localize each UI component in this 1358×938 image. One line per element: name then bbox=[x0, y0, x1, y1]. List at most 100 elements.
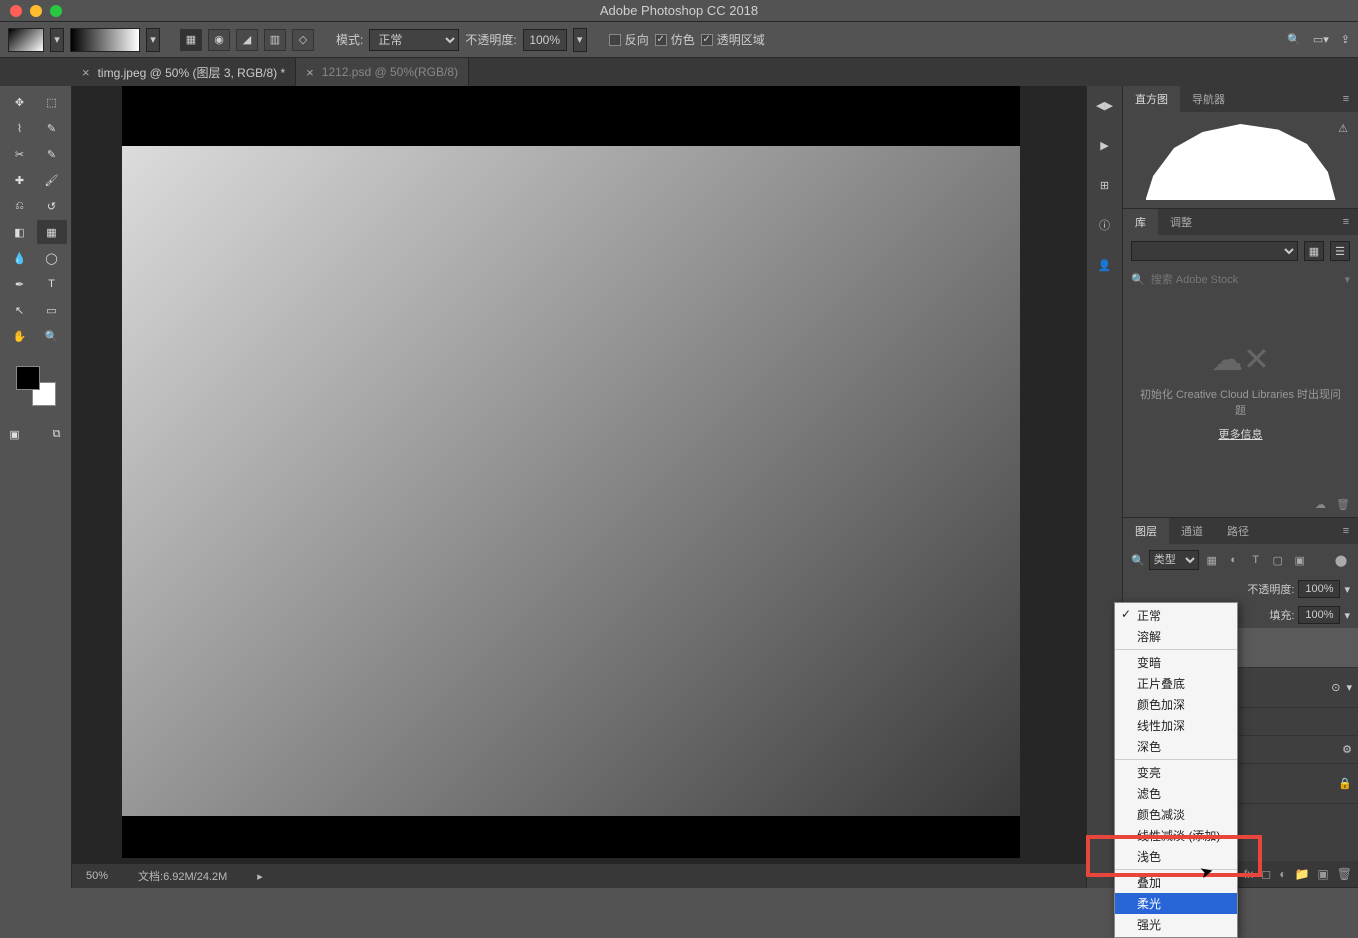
zoom-tool[interactable]: 🔍 bbox=[37, 324, 67, 348]
layer-filter-kind[interactable]: 类型 bbox=[1149, 550, 1199, 570]
filter-toggle[interactable]: ⬤ bbox=[1332, 551, 1350, 569]
tab-navigator[interactable]: 导航器 bbox=[1180, 86, 1237, 112]
canvas-area[interactable]: 50% 文档:6.92M/24.2M ▸ bbox=[72, 86, 1086, 888]
maximize-window[interactable] bbox=[50, 5, 62, 17]
blend-mode-item[interactable]: 滤色 bbox=[1115, 783, 1237, 804]
filter-pixel-icon[interactable]: ▦ bbox=[1203, 551, 1221, 569]
filter-settings-icon[interactable]: ⚙ bbox=[1342, 743, 1352, 756]
close-tab-icon[interactable]: × bbox=[306, 65, 314, 80]
blend-mode-item[interactable]: 叠加 bbox=[1115, 872, 1237, 893]
blend-mode-item[interactable]: 线性加深 bbox=[1115, 715, 1237, 736]
zoom-level[interactable]: 50% bbox=[86, 870, 108, 882]
blend-mode-item[interactable]: 深色 bbox=[1115, 736, 1237, 757]
filter-adjust-icon[interactable]: ◐ bbox=[1225, 551, 1243, 569]
search-icon[interactable]: 🔍 bbox=[1287, 33, 1301, 46]
quickmask-icon[interactable]: ▣ bbox=[0, 422, 30, 446]
dither-checkbox[interactable]: ✓仿色 bbox=[655, 31, 695, 48]
linear-gradient-icon[interactable]: ▦ bbox=[180, 29, 202, 51]
tab-adjustments[interactable]: 调整 bbox=[1158, 209, 1204, 235]
panel-menu-icon[interactable]: ≡ bbox=[1334, 209, 1358, 235]
dodge-tool[interactable]: ◯ bbox=[37, 246, 67, 270]
radial-gradient-icon[interactable]: ◉ bbox=[208, 29, 230, 51]
warning-icon[interactable]: ⚠ bbox=[1338, 122, 1348, 135]
eraser-tool[interactable]: ◧ bbox=[5, 220, 35, 244]
blend-mode-item[interactable]: 溶解 bbox=[1115, 626, 1237, 647]
cloud-sync-icon[interactable]: ☁ bbox=[1315, 498, 1326, 511]
library-select[interactable] bbox=[1131, 241, 1298, 261]
layer-fill-value[interactable]: 100% bbox=[1298, 606, 1340, 624]
opacity-value[interactable]: 100% bbox=[523, 29, 567, 51]
tab-channels[interactable]: 通道 bbox=[1169, 518, 1215, 544]
healing-tool[interactable]: ✚ bbox=[5, 168, 35, 192]
blend-mode-item[interactable]: 变暗 bbox=[1115, 652, 1237, 673]
stamp-tool[interactable]: ⎌ bbox=[5, 194, 35, 218]
close-window[interactable] bbox=[10, 5, 22, 17]
panel-menu-icon[interactable]: ≡ bbox=[1334, 86, 1358, 112]
tab-paths[interactable]: 路径 bbox=[1215, 518, 1261, 544]
close-tab-icon[interactable]: × bbox=[82, 65, 90, 80]
link-icon[interactable]: ⊙ bbox=[1331, 681, 1340, 694]
new-layer-icon[interactable]: ▣ bbox=[1317, 867, 1328, 881]
diamond-gradient-icon[interactable]: ◇ bbox=[292, 29, 314, 51]
properties-panel-icon[interactable]: ⊞ bbox=[1094, 174, 1116, 196]
transparent-checkbox[interactable]: ✓透明区域 bbox=[701, 31, 765, 48]
grid-view-icon[interactable]: ▦ bbox=[1304, 241, 1324, 261]
blend-mode-item[interactable]: 线性减淡 (添加) bbox=[1115, 825, 1237, 846]
filter-type-icon[interactable]: T bbox=[1247, 551, 1265, 569]
blend-mode-item[interactable]: 颜色减淡 bbox=[1115, 804, 1237, 825]
reverse-checkbox[interactable]: 反向 bbox=[609, 31, 649, 48]
adjustment-icon[interactable]: ◐ bbox=[1279, 867, 1286, 881]
more-info-link[interactable]: 更多信息 bbox=[1219, 426, 1263, 442]
group-icon[interactable]: 📁 bbox=[1294, 867, 1309, 881]
tool-preset[interactable] bbox=[8, 28, 44, 52]
blend-mode-item[interactable]: 柔光 bbox=[1115, 893, 1237, 914]
blend-mode-item[interactable]: 浅色 bbox=[1115, 846, 1237, 867]
hand-tool[interactable]: ✋ bbox=[5, 324, 35, 348]
mask-icon[interactable]: ◻ bbox=[1261, 867, 1271, 881]
character-panel-icon[interactable]: 👤 bbox=[1094, 254, 1116, 276]
gradient-tool[interactable]: ▦ bbox=[37, 220, 67, 244]
delete-layer-icon[interactable]: 🗑 bbox=[1337, 867, 1352, 881]
shape-tool[interactable]: ▭ bbox=[37, 298, 67, 322]
filter-smart-icon[interactable]: ▣ bbox=[1291, 551, 1309, 569]
tab-layers[interactable]: 图层 bbox=[1123, 518, 1169, 544]
trash-icon[interactable]: 🗑 bbox=[1336, 498, 1350, 511]
screenmode-icon[interactable]: ⧉ bbox=[42, 422, 72, 446]
gradient-dropdown[interactable]: ▾ bbox=[146, 28, 160, 52]
opacity-dropdown[interactable]: ▾ bbox=[573, 28, 587, 52]
fx-icon[interactable]: fx bbox=[1244, 867, 1253, 881]
blend-mode-select[interactable]: 正常 bbox=[369, 29, 459, 51]
type-tool[interactable]: T bbox=[37, 272, 67, 296]
eyedropper-tool[interactable]: ✎ bbox=[37, 142, 67, 166]
crop-tool[interactable]: ✂ bbox=[5, 142, 35, 166]
path-select-tool[interactable]: ↖ bbox=[5, 298, 35, 322]
tab-histogram[interactable]: 直方图 bbox=[1123, 86, 1180, 112]
tab-libraries[interactable]: 库 bbox=[1123, 209, 1158, 235]
tool-preset-dropdown[interactable]: ▾ bbox=[50, 28, 64, 52]
move-tool[interactable]: ✥ bbox=[5, 90, 35, 114]
brush-tool[interactable]: 🖌 bbox=[37, 168, 67, 192]
document-info[interactable]: 文档:6.92M/24.2M bbox=[138, 868, 227, 884]
quick-select-tool[interactable]: ✎ bbox=[37, 116, 67, 140]
history-panel-icon[interactable]: ▶ bbox=[1094, 134, 1116, 156]
filter-shape-icon[interactable]: ▢ bbox=[1269, 551, 1287, 569]
blend-mode-item[interactable]: 正片叠底 bbox=[1115, 673, 1237, 694]
gradient-preview[interactable] bbox=[70, 28, 140, 52]
layer-opacity-value[interactable]: 100% bbox=[1298, 580, 1340, 598]
blend-mode-item[interactable]: 强光 bbox=[1115, 914, 1237, 935]
color-swatches[interactable] bbox=[16, 366, 56, 406]
share-icon[interactable]: ⇪ bbox=[1341, 33, 1350, 46]
document-canvas[interactable] bbox=[122, 146, 1020, 816]
info-panel-icon[interactable]: ⓘ bbox=[1094, 214, 1116, 236]
library-search[interactable]: 🔍 搜索 Adobe Stock▾ bbox=[1123, 267, 1358, 291]
workspace-icon[interactable]: ▭▾ bbox=[1313, 33, 1329, 46]
status-arrow-icon[interactable]: ▸ bbox=[257, 870, 263, 883]
dock-expand-icon[interactable]: ◀▶ bbox=[1094, 94, 1116, 116]
angle-gradient-icon[interactable]: ◢ bbox=[236, 29, 258, 51]
blend-mode-item[interactable]: 正常 bbox=[1115, 605, 1237, 626]
reflected-gradient-icon[interactable]: ▥ bbox=[264, 29, 286, 51]
blend-mode-item[interactable]: 颜色加深 bbox=[1115, 694, 1237, 715]
blur-tool[interactable]: 💧 bbox=[5, 246, 35, 270]
document-tab-1[interactable]: × timg.jpeg @ 50% (图层 3, RGB/8) * bbox=[72, 58, 296, 86]
list-view-icon[interactable]: ☰ bbox=[1330, 241, 1350, 261]
